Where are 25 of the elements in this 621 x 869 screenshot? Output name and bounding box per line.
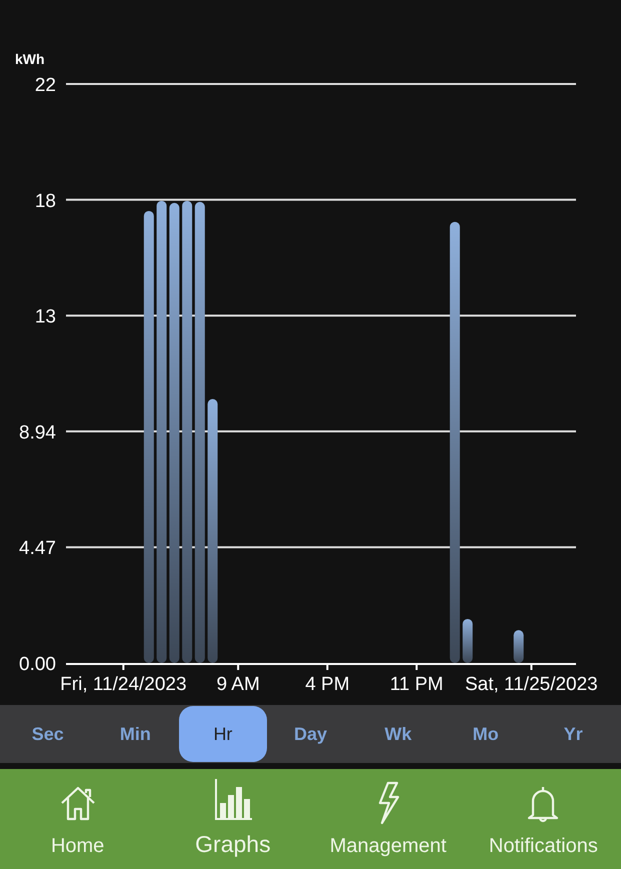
range-tab[interactable]: Day [266,706,354,762]
x-tick-label: Fri, 11/24/2023 [60,674,187,695]
y-tick-label: 4.47 [19,538,56,560]
x-tick-label: Sat, 11/25/2023 [465,674,598,695]
nav-tab[interactable]: Home [0,769,156,869]
range-tab[interactable]: Min [92,706,180,762]
bar [514,630,524,663]
range-tab[interactable]: Wk [354,706,442,762]
axis-unit-label: kWh [15,51,45,67]
range-tab[interactable]: Sec [4,706,92,762]
x-tick-label: 11 PM [390,674,444,695]
nav-tab[interactable]: Management [310,769,466,869]
bar [462,618,473,663]
range-tab[interactable]: Hr [179,706,267,762]
nav-tab[interactable]: Graphs [155,769,310,869]
y-tick-label: 8.94 [19,422,56,444]
nav-tab[interactable]: Notifications [466,769,621,869]
range-tab[interactable]: Mo [442,706,530,762]
y-tick-label: 18 [34,190,56,212]
x-tick-label: 4 PM [305,674,350,695]
y-tick-label: 0.00 [19,654,56,675]
range-tab[interactable]: Yr [529,706,618,762]
y-tick-label: 13 [34,306,56,328]
x-tick-label: 9 AM [216,674,260,695]
y-tick-label: 22 [34,75,56,96]
